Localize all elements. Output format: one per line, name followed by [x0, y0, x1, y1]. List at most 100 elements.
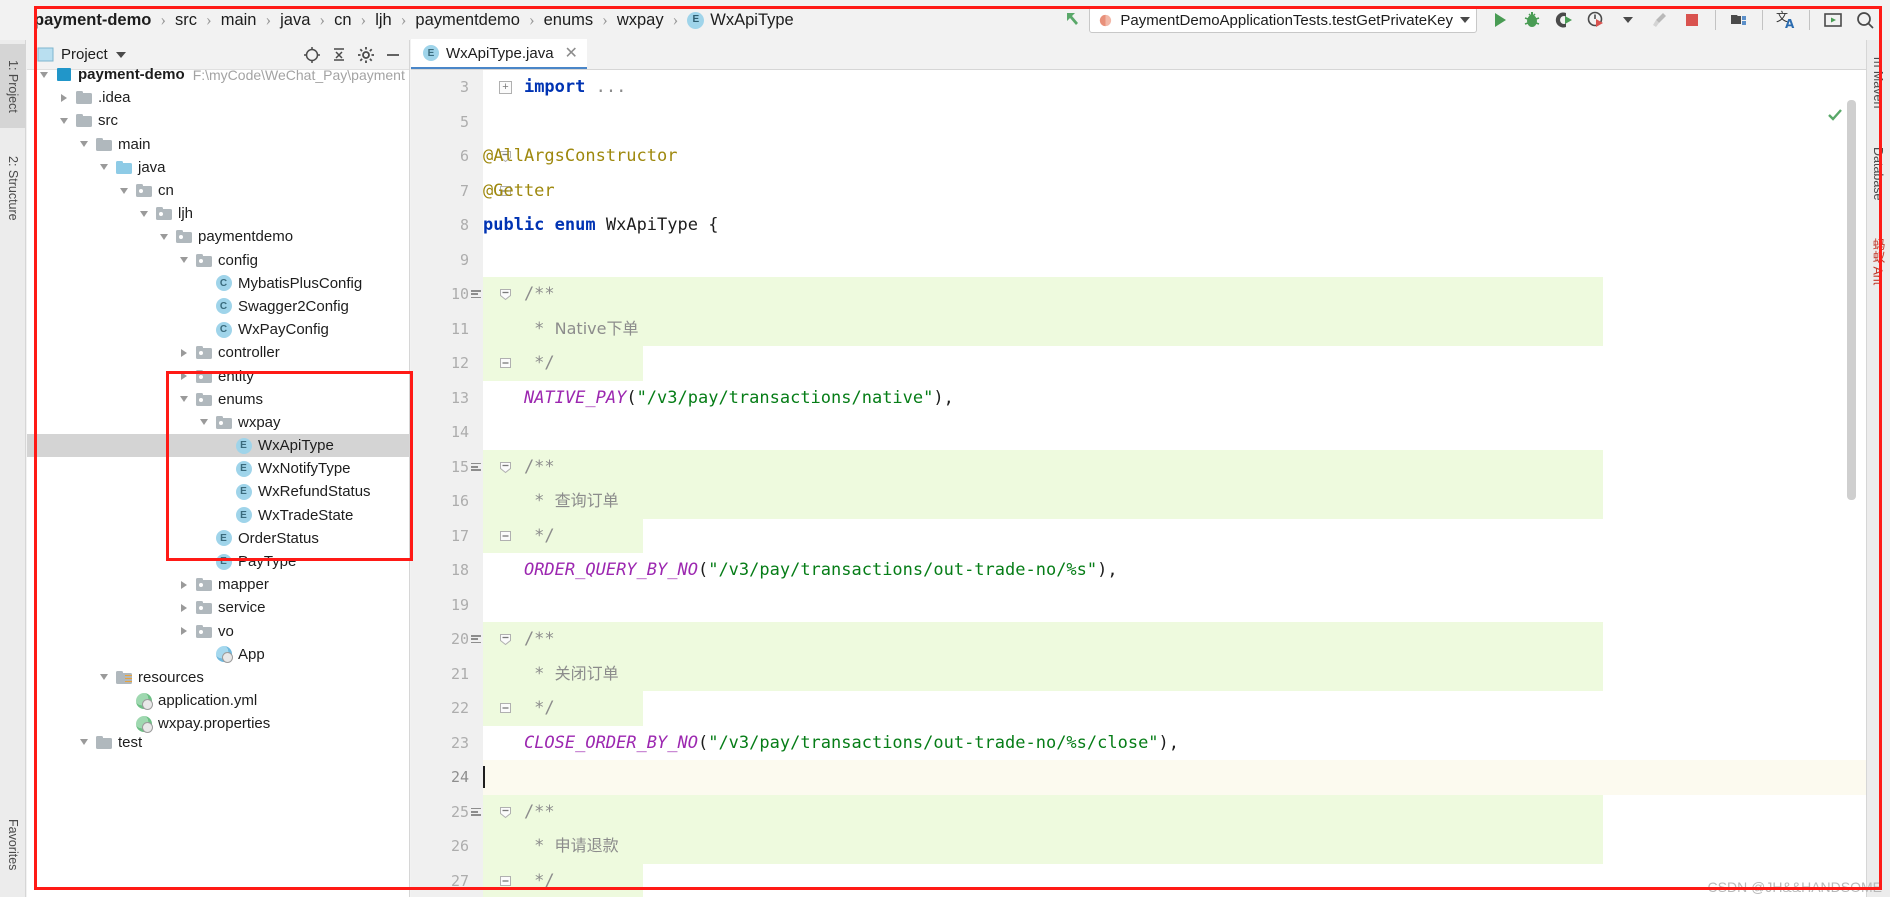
tree-node-mybatisplusconfig[interactable]: C MybatisPlusConfig	[27, 272, 409, 295]
code-line-6[interactable]: 6 @AllArgsConstructor	[411, 139, 1866, 174]
code-line-15[interactable]: 15 /**	[411, 449, 1866, 484]
breadcrumb-item-payment-demo[interactable]: payment-demo	[26, 0, 155, 40]
chevron-down-icon[interactable]	[57, 114, 70, 127]
code-line-11[interactable]: 11 * Native下单	[411, 311, 1866, 346]
chevron-down-icon[interactable]	[115, 51, 126, 58]
breadcrumb-item-wxapitype[interactable]: E WxApiType	[683, 0, 797, 40]
code-line-13[interactable]: 13 NATIVE_PAY("/v3/pay/transactions/nati…	[411, 381, 1866, 416]
code-line-27[interactable]: 27 */	[411, 863, 1866, 897]
breadcrumb-item-cn[interactable]: cn	[330, 0, 355, 40]
chevron-right-icon[interactable]	[177, 346, 190, 359]
tree-node-wxtradestate[interactable]: E WxTradeState	[27, 504, 409, 527]
tool-tab-favorites[interactable]: Favorites	[0, 800, 26, 890]
chevron-down-icon[interactable]	[77, 736, 90, 749]
navigate-back-icon[interactable]	[1057, 5, 1087, 35]
tree-node-src[interactable]: src	[27, 109, 409, 132]
run-with-coverage-button[interactable]	[1549, 5, 1579, 35]
tree-node-application-yml[interactable]: application.yml	[27, 689, 409, 712]
chevron-right-icon[interactable]	[177, 578, 190, 591]
code-line-7[interactable]: 7 @Getter	[411, 174, 1866, 209]
tree-node-wxnotifytype[interactable]: E WxNotifyType	[27, 457, 409, 480]
chevron-right-icon[interactable]	[57, 91, 70, 104]
search-everywhere-button[interactable]	[1850, 5, 1880, 35]
tree-node-main[interactable]: main	[27, 133, 409, 156]
tree-node-cn[interactable]: cn	[27, 179, 409, 202]
chevron-down-icon[interactable]	[197, 416, 210, 429]
javadoc-render-icon[interactable]	[471, 290, 481, 299]
code-line-9[interactable]: 9	[411, 243, 1866, 278]
code-line-8[interactable]: 8 public enum WxApiType {	[411, 208, 1866, 243]
javadoc-render-icon[interactable]	[471, 635, 481, 644]
tool-tab-maven[interactable]: m Maven	[1866, 44, 1890, 122]
tree-node-wxpay-properties[interactable]: wxpay.properties	[27, 712, 409, 735]
editor-vertical-scrollbar[interactable]	[1847, 100, 1856, 897]
code-line-12[interactable]: 12 */	[411, 346, 1866, 381]
editor-tab-wxapitype[interactable]: E WxApiType.java ✕	[411, 39, 587, 69]
inspection-status-icon[interactable]	[1826, 106, 1844, 124]
code-line-26[interactable]: 26 * 申请退款	[411, 829, 1866, 864]
code-line-14[interactable]: 14	[411, 415, 1866, 450]
chevron-down-icon[interactable]	[177, 254, 190, 267]
code-line-19[interactable]: 19	[411, 588, 1866, 623]
code-line-10[interactable]: 10 /**	[411, 277, 1866, 312]
tree-node-wxapitype[interactable]: E WxApiType	[27, 434, 409, 458]
tree-node-ljh[interactable]: ljh	[27, 202, 409, 225]
tree-node-enums[interactable]: enums	[27, 388, 409, 411]
scrollbar-thumb[interactable]	[1847, 100, 1856, 500]
chevron-down-icon[interactable]	[157, 230, 170, 243]
tree-node-paymentdemo[interactable]: paymentdemo	[27, 225, 409, 248]
tool-tab-structure[interactable]: 2: Structure	[0, 138, 26, 238]
code-line-23[interactable]: 23 CLOSE_ORDER_BY_NO("/v3/pay/transactio…	[411, 726, 1866, 761]
tree-node-config[interactable]: config	[27, 249, 409, 272]
tool-tab-database[interactable]: Database	[1866, 132, 1890, 216]
code-line-17[interactable]: 17 */	[411, 518, 1866, 553]
project-structure-button[interactable]	[1724, 5, 1754, 35]
breadcrumb-item-ljh[interactable]: ljh	[371, 0, 396, 40]
code-line-24[interactable]: 24	[411, 760, 1866, 795]
chevron-down-icon[interactable]	[97, 161, 110, 174]
code-line-5[interactable]: 5	[411, 105, 1866, 140]
tree-node--idea[interactable]: .idea	[27, 86, 409, 109]
tree-node-orderstatus[interactable]: E OrderStatus	[27, 527, 409, 550]
translate-button[interactable]: 文 A	[1771, 5, 1801, 35]
tree-node-wxpayconfig[interactable]: C WxPayConfig	[27, 318, 409, 341]
run-button[interactable]	[1485, 5, 1515, 35]
javadoc-render-icon[interactable]	[471, 462, 481, 471]
tree-node-payment-demo[interactable]: payment-demo F:\myCode\WeChat_Pay\payment	[27, 63, 409, 86]
tree-node-entity[interactable]: entity	[27, 364, 409, 387]
tree-node-mapper[interactable]: mapper	[27, 573, 409, 596]
tree-node-wxpay[interactable]: wxpay	[27, 411, 409, 434]
chevron-right-icon[interactable]	[177, 370, 190, 383]
tree-node-vo[interactable]: vo	[27, 620, 409, 643]
close-icon[interactable]: ✕	[565, 43, 578, 63]
code-line-21[interactable]: 21 * 关闭订单	[411, 656, 1866, 691]
code-line-18[interactable]: 18 ORDER_QUERY_BY_NO("/v3/pay/transactio…	[411, 553, 1866, 588]
chevron-down-icon[interactable]	[97, 671, 110, 684]
tree-node-app[interactable]: App	[27, 643, 409, 666]
breadcrumb-item-src[interactable]: src	[171, 0, 201, 40]
chevron-down-icon[interactable]	[177, 393, 190, 406]
breadcrumb-item-java[interactable]: java	[276, 0, 314, 40]
code-line-16[interactable]: 16 * 查询订单	[411, 484, 1866, 519]
attach-profiler-dropdown[interactable]	[1613, 5, 1643, 35]
chevron-down-icon[interactable]	[77, 138, 90, 151]
tree-node-controller[interactable]: controller	[27, 341, 409, 364]
tool-tab-ant[interactable]: 蚂蚁 Ant	[1866, 226, 1890, 298]
stop-button[interactable]	[1677, 5, 1707, 35]
code-canvas[interactable]: 3 + import ... 5 6 @AllArgsConstructor 7 @Gett…	[411, 70, 1866, 897]
broom-icon[interactable]	[1645, 5, 1675, 35]
breadcrumb-item-paymentdemo[interactable]: paymentdemo	[411, 0, 524, 40]
tool-tab-project[interactable]: 1: Project	[0, 44, 26, 128]
javadoc-render-icon[interactable]	[471, 807, 481, 816]
code-line-22[interactable]: 22 */	[411, 691, 1866, 726]
tree-node-paytype[interactable]: E PayType	[27, 550, 409, 573]
chevron-down-icon[interactable]	[37, 68, 50, 81]
run-configuration-selector[interactable]: PaymentDemoApplicationTests.testGetPriva…	[1089, 7, 1477, 33]
presentation-button[interactable]	[1818, 5, 1848, 35]
tree-node-wxrefundstatus[interactable]: E WxRefundStatus	[27, 480, 409, 503]
breadcrumb-item-main[interactable]: main	[217, 0, 261, 40]
tree-node-service[interactable]: service	[27, 596, 409, 619]
debug-button[interactable]	[1517, 5, 1547, 35]
tree-node-java[interactable]: java	[27, 156, 409, 179]
code-line-3[interactable]: 3 + import ...	[411, 70, 1866, 105]
